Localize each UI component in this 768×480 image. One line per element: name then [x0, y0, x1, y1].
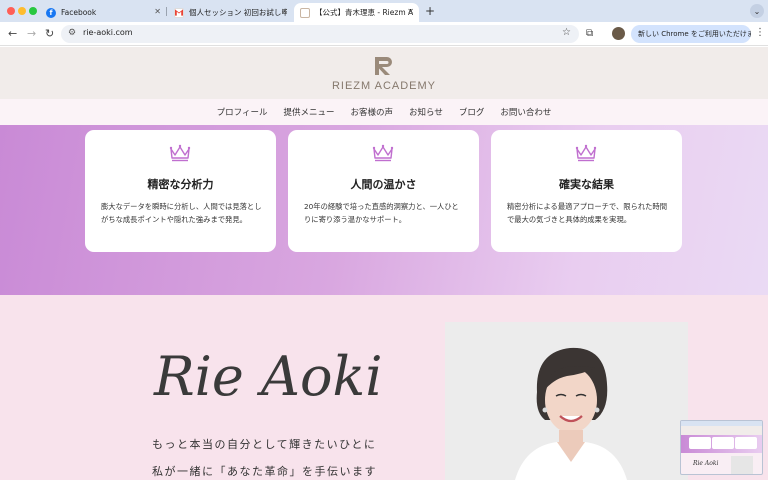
signature-logo: Rie Aoki — [153, 345, 380, 408]
feature-description: 精密分析による最適アプローチで、限られた時間で最大の気づきと具体的成果を実現。 — [507, 202, 668, 224]
pip-header — [681, 426, 762, 435]
browser-toolbar: ← → ↻ ⚙ rie-aoki.com ☆ ⧉ 新しい Chrome をご利用… — [0, 22, 768, 46]
minimize-window-button[interactable] — [18, 7, 26, 15]
brand-name[interactable]: RIEZM ACADEMY — [0, 80, 768, 92]
chevron-down-icon[interactable]: ⌄ — [750, 4, 764, 18]
pip-signature: Rie Aoki — [693, 460, 719, 467]
url-text[interactable]: rie-aoki.com — [83, 28, 133, 37]
reload-icon[interactable]: ↻ — [45, 27, 54, 40]
feature-card: 人間の温かさ 20年の経験で培った直感的洞察力と、一人ひとりに寄り添う温かなサポ… — [288, 130, 479, 252]
crown-icon — [575, 144, 597, 162]
feature-section: 精密な分析力 膨大なデータを瞬時に分析し、人間では見落としがちな成長ポイントや隠… — [0, 125, 768, 295]
nav-testimonials[interactable]: お客様の声 — [350, 106, 393, 118]
pip-card — [712, 437, 734, 449]
nav-contact[interactable]: お問い合わせ — [500, 106, 551, 118]
forward-icon[interactable]: → — [27, 27, 36, 40]
tab-title: Facebook — [61, 8, 97, 17]
maximize-window-button[interactable] — [29, 7, 37, 15]
hero-section: Rie Aoki もっと本当の自分として輝きたいひとに 私が一緒に「あなた革命」… — [0, 295, 768, 480]
bookmark-star-icon[interactable]: ☆ — [562, 27, 571, 38]
crown-icon — [372, 144, 394, 162]
gmail-icon — [174, 7, 184, 18]
profile-avatar-icon[interactable] — [612, 27, 625, 40]
signature-text: Rie Aoki — [153, 345, 380, 408]
feature-description: 20年の経験で培った直感的洞察力と、一人ひとりに寄り添う温かなサポート。 — [304, 202, 459, 224]
close-window-button[interactable] — [7, 7, 15, 15]
feature-title: 確実な結果 — [559, 178, 614, 191]
tab-separator — [166, 7, 167, 16]
feature-card: 確実な結果 精密分析による最適アプローチで、限られた時間で最大の気づきと具体的成… — [491, 130, 682, 252]
nav-blog[interactable]: ブログ — [459, 106, 485, 118]
facebook-icon: f — [46, 7, 56, 18]
crown-icon — [169, 144, 191, 162]
pip-card — [735, 437, 757, 449]
portrait-illustration — [445, 322, 688, 480]
site-header: RIEZM ACADEMY — [0, 47, 768, 99]
close-tab-icon[interactable]: ✕ — [154, 7, 161, 16]
nav-menu[interactable]: 提供メニュー — [283, 106, 334, 118]
pip-photo — [731, 456, 753, 474]
tab-rie-aoki[interactable]: 【公式】青木理恵 - Riezm Acad ✕ — [294, 3, 419, 22]
chrome-update-chip[interactable]: 新しい Chrome をご利用いただけます — [631, 25, 751, 43]
new-tab-icon[interactable]: + — [425, 4, 435, 18]
tab-strip: f Facebook ✕ 個人セッション 初回お試し申込 ✕ 【公式】青木理恵 … — [0, 0, 768, 22]
feature-title: 人間の温かさ — [350, 178, 417, 191]
riezm-logo-icon[interactable] — [373, 55, 395, 77]
hero-tagline: 私が一緒に「あなた革命」を手伝います — [152, 465, 377, 478]
site-nav: プロフィール 提供メニュー お客様の声 お知らせ ブログ お問い合わせ — [0, 99, 768, 125]
tab-preview-thumbnail[interactable]: Rie Aoki — [680, 420, 763, 475]
hero-tagline: もっと本当の自分として輝きたいひとに — [152, 438, 377, 451]
back-icon[interactable]: ← — [8, 27, 17, 40]
site-icon — [300, 7, 310, 18]
tab-session-signup[interactable]: 個人セッション 初回お試し申込 ✕ — [168, 3, 293, 22]
chrome-update-label: 新しい Chrome をご利用いただけます — [638, 30, 751, 38]
portrait-photo — [445, 322, 688, 480]
pip-card — [689, 437, 711, 449]
site-settings-icon[interactable]: ⚙ — [68, 28, 76, 38]
tab-title: 個人セッション 初回お試し申込 — [189, 8, 287, 17]
extensions-icon[interactable]: ⧉ — [586, 28, 593, 39]
close-tab-icon[interactable]: ✕ — [407, 7, 414, 16]
address-bar[interactable]: ⚙ rie-aoki.com ☆ — [61, 25, 579, 43]
more-menu-icon[interactable]: ⋮ — [755, 27, 765, 38]
nav-news[interactable]: お知らせ — [409, 106, 443, 118]
tab-facebook[interactable]: f Facebook ✕ — [40, 3, 166, 22]
close-tab-icon[interactable]: ✕ — [281, 7, 288, 16]
feature-title: 精密な分析力 — [147, 178, 214, 191]
tab-title: 【公式】青木理恵 - Riezm Acad — [315, 8, 413, 17]
feature-description: 膨大なデータを瞬時に分析し、人間では見落としがちな成長ポイントや隠れた強みまで発… — [101, 202, 262, 224]
feature-card: 精密な分析力 膨大なデータを瞬時に分析し、人間では見落としがちな成長ポイントや隠… — [85, 130, 276, 252]
nav-profile[interactable]: プロフィール — [217, 106, 268, 118]
